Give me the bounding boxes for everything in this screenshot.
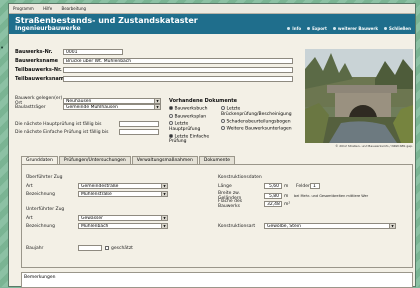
unterfuehrt-label: Unterführter Zug <box>26 207 65 212</box>
radio-icon <box>221 126 225 130</box>
bemerkungen-label: Bemerkungen <box>24 275 56 280</box>
art-label: Art <box>26 183 33 189</box>
bauwerksname-field[interactable]: Brücke über Wt. Mühlenbach <box>63 58 293 64</box>
teilbauwerk-nr-field[interactable] <box>63 67 293 73</box>
export-icon <box>307 27 311 30</box>
laenge-label: Länge <box>218 183 232 189</box>
bezeichnung-label: Bezeichnung <box>26 191 55 197</box>
chevron-down-icon: ▼ <box>161 192 167 196</box>
doc-option[interactable]: Schadensbeurteilungsbogen <box>221 118 301 124</box>
chevron-down-icon: ▼ <box>389 224 395 228</box>
chevron-down-icon: ▼ <box>161 184 167 188</box>
app-title: Straßenbestands- und Zustandskataster <box>15 16 198 25</box>
konstruktionsart-select[interactable]: Gewölbe, Stein ▼ <box>264 223 396 229</box>
doc-option[interactable]: Bauwerksplan <box>169 113 221 119</box>
export-button[interactable]: Export <box>307 26 327 31</box>
bemerkungen-field[interactable]: Bemerkungen <box>21 272 413 288</box>
felder-field[interactable]: 1 <box>310 183 320 189</box>
doc-option[interactable]: Bauwerksbuch <box>169 106 221 112</box>
app-window: Programm Hilfe Bearbeitung Straßenbestan… <box>8 3 416 288</box>
documents-title: Vorhandene Dokumente <box>169 98 238 104</box>
grunddaten-panel: Überführter Zug Art Gemeindestraße ▼ Beze… <box>21 164 413 268</box>
einfache-pruefung-field[interactable] <box>119 129 159 135</box>
baujahr-label: Baujahr <box>26 245 44 251</box>
felder-label: Felder <box>296 183 310 189</box>
flaeche-unit: m² <box>284 201 291 207</box>
title-bar: Straßenbestands- und Zustandskataster In… <box>9 14 415 34</box>
breite-unit: m <box>284 193 289 199</box>
add-icon <box>332 27 336 30</box>
baulasttraeger-label: Baulastträger <box>15 104 46 110</box>
chevron-down-icon: ▼ <box>161 224 167 228</box>
bezeichnung2-select[interactable]: Mühlenbach ▼ <box>78 223 168 229</box>
documents-group: Vorhandene Dokumente Bauwerksbuch Bauwer… <box>169 98 301 146</box>
bridge-photo-image <box>305 49 413 143</box>
info-button[interactable]: Info <box>287 26 301 31</box>
chevron-down-icon: ▼ <box>161 216 167 220</box>
close-button[interactable]: Schließen <box>384 26 411 31</box>
close-icon <box>384 27 387 30</box>
doc-option[interactable]: Letzte Hauptprüfung <box>169 121 221 132</box>
baujahr-field[interactable] <box>78 245 102 251</box>
doc-option[interactable]: Weitere Bauwerksunterlagen <box>221 126 301 132</box>
hauptpruefung-field[interactable] <box>119 121 159 127</box>
bezeichnung2-label: Bezeichnung <box>26 223 55 229</box>
title-buttons: Info Export weiterer Bauwerk Schließen <box>287 26 411 31</box>
bridge-photo <box>305 49 413 143</box>
teilbauwerk-nr-label: Teilbauwerks-Nr. <box>15 67 62 73</box>
flaeche-field[interactable]: 32,48 <box>264 201 282 207</box>
radio-icon <box>169 106 173 110</box>
photo-caption: © 2012 Straßen- und Bauwerksinfo / NRW-S… <box>335 144 413 148</box>
teilbauwerksname-field[interactable] <box>63 76 293 82</box>
menu-bar: Programm Hilfe Bearbeitung <box>9 4 415 14</box>
radio-icon <box>169 113 173 118</box>
bauwerk-nr-field[interactable]: 0001 <box>63 49 123 55</box>
ueberfuehrt-label: Überführter Zug <box>26 175 63 180</box>
laenge-unit: m <box>284 183 289 189</box>
info-icon <box>287 27 291 30</box>
geschaetzt-label: geschätzt <box>111 245 133 251</box>
doc-option[interactable]: Letzte Brückenprüfung/Bescheinigung <box>221 106 301 117</box>
radio-icon <box>221 118 225 123</box>
bauwerksname-label: Bauwerksname <box>15 58 59 64</box>
einfache-pruefung-label: Die nächste Einfache Prüfung ist fällig … <box>15 129 109 135</box>
art2-select[interactable]: Gewässer ▼ <box>78 215 168 221</box>
radio-icon <box>169 133 173 138</box>
art2-label: Art <box>26 215 33 221</box>
menu-bearbeitung[interactable]: Bearbeitung <box>61 6 86 11</box>
laenge-field[interactable]: 5,60 <box>264 183 282 189</box>
chevron-down-icon: ▼ <box>154 99 160 103</box>
art-select[interactable]: Gemeindestraße ▼ <box>78 183 168 189</box>
app-subtitle: Ingenieurbauwerke <box>15 25 81 32</box>
chevron-down-icon: ▼ <box>154 105 160 109</box>
doc-option[interactable]: Letzte Einfache Prüfung <box>169 133 221 144</box>
teilbauwerksname-label: Teilbauwerksname <box>15 76 68 82</box>
breite-note: bei Mehr- und Gesamtbreiten mittlere Wer <box>294 194 369 198</box>
geschaetzt-checkbox[interactable] <box>105 246 109 250</box>
radio-icon <box>221 106 225 110</box>
flaeche-label: Fläche des Bauwerks <box>218 199 243 209</box>
radio-icon <box>169 121 173 125</box>
menu-programm[interactable]: Programm <box>13 6 34 11</box>
baulasttraeger-select[interactable]: Gemeinde Mühlhausen ▼ <box>63 104 161 110</box>
konstruktion-title: Konstruktionsdaten <box>218 175 262 180</box>
new-bauwerk-button[interactable]: weiterer Bauwerk <box>332 26 378 31</box>
menu-hilfe[interactable]: Hilfe <box>43 6 52 11</box>
hauptpruefung-label: Die nächste Hauptprüfung ist fällig bis <box>15 121 102 127</box>
bezeichnung-select[interactable]: Mühlenstraße ▼ <box>78 191 168 197</box>
konstruktionsart-label: Konstruktionsart <box>218 223 256 229</box>
bauwerk-nr-label: Bauwerks-Nr. <box>15 49 53 55</box>
